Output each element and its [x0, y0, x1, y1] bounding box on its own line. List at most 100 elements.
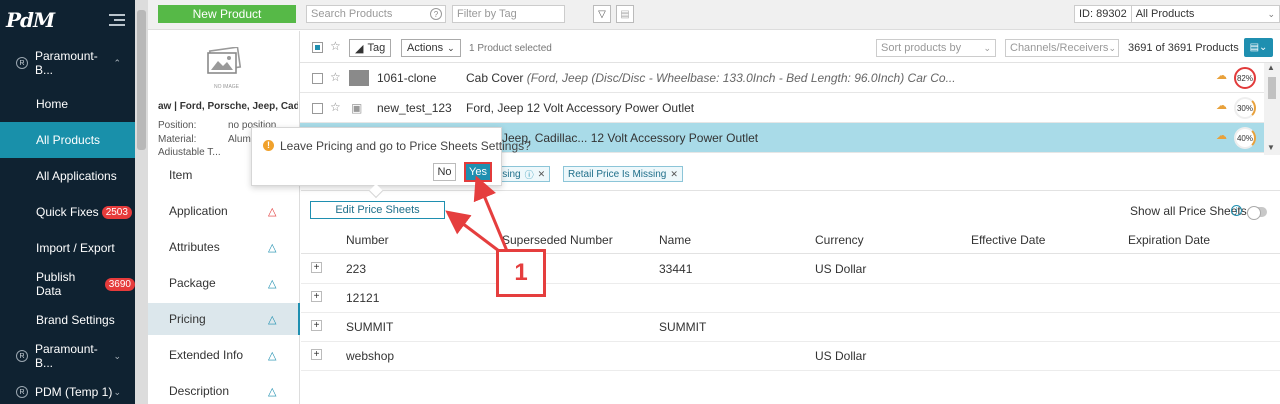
expand-icon[interactable]: + [311, 320, 322, 331]
table-row[interactable]: + 223 33441 US Dollar [301, 255, 1280, 284]
cell-number: 12121 [346, 291, 380, 305]
filter-icon[interactable]: ▽ [593, 5, 611, 23]
sidebar-item-all-products[interactable]: All Products [0, 122, 135, 158]
warning-icon: ! [263, 140, 274, 151]
id-scope-select[interactable]: ID: 89302 All Products ⌄ [1074, 5, 1280, 23]
tag-filter-input[interactable]: Filter by Tag [452, 5, 565, 23]
show-all-toggle[interactable] [1247, 206, 1267, 220]
sidebar-item-brand-settings[interactable]: Brand Settings [0, 302, 135, 338]
chevron-down-icon: ⌄ [983, 42, 991, 53]
org-label: Paramount-B... [35, 49, 98, 77]
info-icon: ⓘ [524, 169, 534, 180]
sidebar-item-publish-data[interactable]: Publish Data 3690 [0, 266, 135, 302]
issue-chip[interactable]: Retail Price Is Missing ✕ [563, 166, 683, 182]
org-registered-icon: R [16, 386, 28, 398]
product-name[interactable]: 1061-clone [377, 71, 436, 85]
scroll-down-icon[interactable]: ▼ [1267, 143, 1275, 152]
top-toolbar: New Product Search Products ? Filter by … [148, 0, 1280, 30]
logo-row: PdM [0, 0, 135, 40]
tab-attributes[interactable]: Attributes △ [148, 231, 300, 263]
product-row[interactable]: ☆ 1061-clone Cab Cover (Ford, Jeep (Disc… [300, 63, 1264, 93]
table-row[interactable]: + 12121 [301, 284, 1280, 313]
confirm-popover: ! Leave Pricing and go to Price Sheets S… [251, 127, 531, 199]
tab-label: Application [169, 204, 228, 218]
view-toggle-button[interactable]: ▤⌄ [1244, 38, 1273, 57]
sidebar-item-label: Publish Data [36, 270, 76, 298]
column-header[interactable]: Superseded Number [502, 233, 613, 247]
close-icon[interactable]: ✕ [538, 169, 546, 180]
expand-icon[interactable]: + [311, 291, 322, 302]
no-button[interactable]: No [433, 163, 456, 181]
product-id-label: ID: 89302 [1075, 6, 1132, 22]
tag-button[interactable]: ◢ Tag [349, 39, 392, 57]
yes-button[interactable]: Yes [464, 162, 492, 182]
expand-icon[interactable]: + [311, 262, 322, 273]
column-header[interactable]: Currency [815, 233, 864, 247]
sort-select[interactable]: Sort products by ⌄ [876, 39, 996, 57]
logo: PdM [6, 8, 55, 32]
sidebar-item-label: All Applications [36, 169, 117, 183]
scroll-up-icon[interactable]: ▲ [1267, 63, 1275, 72]
tab-pricing[interactable]: Pricing △ [148, 303, 300, 335]
cloud-icon: ☁ [1216, 130, 1227, 142]
tag-button-label: Tag [367, 42, 386, 54]
tab-application[interactable]: Application △ [148, 195, 300, 227]
product-description: Cab Cover (Ford, Jeep (Disc/Disc - Wheel… [466, 71, 956, 85]
cell-number: SUMMIT [346, 320, 394, 334]
column-header[interactable]: Effective Date [971, 233, 1045, 247]
chevron-down-icon: ⌄ [1108, 42, 1116, 53]
sidebar-item-quick-fixes[interactable]: Quick Fixes 2503 [0, 194, 135, 230]
org-switcher-1[interactable]: R Paramount-B... ⌃ [0, 40, 135, 86]
new-product-button[interactable]: New Product [158, 5, 296, 23]
tab-label: Item [169, 168, 193, 182]
menu-collapse-icon[interactable] [107, 13, 125, 27]
warning-icon: △ [268, 277, 277, 290]
save-icon[interactable]: ▤ [616, 5, 634, 23]
star-icon[interactable]: ☆ [330, 100, 341, 114]
image-placeholder-icon [207, 47, 242, 74]
product-description: Ford, Jeep 12 Volt Accessory Power Outle… [466, 101, 695, 115]
tab-package[interactable]: Package △ [148, 267, 300, 299]
product-total: 3691 of 3691 Products [1128, 42, 1239, 54]
channels-select[interactable]: Channels/Receivers ⌄ [1005, 39, 1119, 57]
select-all-checkbox[interactable] [312, 42, 323, 53]
help-icon[interactable]: ? [430, 8, 442, 20]
sidebar-item-import-export[interactable]: Import / Export [0, 230, 135, 266]
column-header[interactable]: Name [659, 233, 691, 247]
annotation-step-label: 1 [496, 249, 546, 297]
list-scrollbar[interactable]: ▲ ▼ [1264, 63, 1280, 155]
product-row[interactable]: ☆ ▣ new_test_123 Ford, Jeep 12 Volt Acce… [300, 93, 1264, 123]
table-row[interactable]: + webshop US Dollar [301, 342, 1280, 371]
star-icon[interactable]: ☆ [330, 70, 341, 84]
search-input[interactable]: Search Products ? [306, 5, 446, 23]
row-checkbox[interactable] [312, 103, 323, 114]
info-icon[interactable]: i [1231, 205, 1242, 216]
list-scrollbar-thumb[interactable] [1268, 77, 1276, 99]
edit-price-sheets-button[interactable]: Edit Price Sheets [310, 201, 445, 219]
star-icon[interactable]: ☆ [330, 39, 341, 53]
image-placeholder-icon: ▣ [351, 101, 363, 115]
org-switcher-3[interactable]: R PDM (Temp 1) ⌄ [0, 374, 135, 404]
meta-material: Material: Alum... [158, 134, 260, 145]
tab-label: Extended Info [169, 348, 244, 362]
no-image-caption: NO IMAGE [214, 84, 240, 90]
column-header[interactable]: Number [346, 233, 389, 247]
sidebar-item-all-applications[interactable]: All Applications [0, 158, 135, 194]
org-switcher-2[interactable]: R Paramount-B... ⌄ [0, 338, 135, 374]
chevron-down-icon: ⌄ [113, 350, 121, 361]
tab-description[interactable]: Description △ [148, 375, 300, 404]
close-icon[interactable]: ✕ [670, 169, 678, 180]
product-name[interactable]: new_test_123 [377, 101, 452, 115]
column-header[interactable]: Expiration Date [1128, 233, 1210, 247]
chevron-down-icon: ⌄ [113, 386, 121, 397]
actions-button[interactable]: Actions ⌄ [401, 39, 461, 57]
cell-currency: US Dollar [815, 262, 867, 276]
row-checkbox[interactable] [312, 73, 323, 84]
sidebar-scrollbar-thumb[interactable] [137, 10, 146, 150]
cell-name: SUMMIT [659, 320, 707, 334]
sidebar-item-home[interactable]: Home [0, 86, 135, 122]
completeness-indicator: 40% [1234, 127, 1256, 149]
tab-extended-info[interactable]: Extended Info △ [148, 339, 300, 371]
expand-icon[interactable]: + [311, 349, 322, 360]
table-row[interactable]: + SUMMIT SUMMIT [301, 313, 1280, 342]
